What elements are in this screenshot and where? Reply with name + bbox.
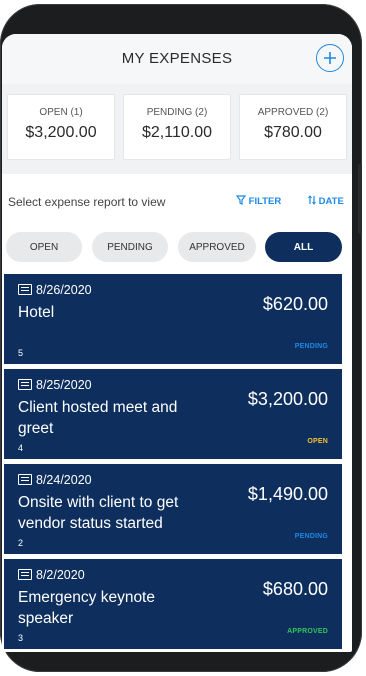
report-item-count: 2: [18, 538, 24, 548]
summary-card-pending[interactable]: PENDING (2) $2,110.00: [123, 94, 231, 160]
summary-card-approved[interactable]: APPROVED (2) $780.00: [239, 94, 347, 160]
app-screen: MY EXPENSES OPEN (1) $3,200.00 PENDING (…: [2, 34, 352, 652]
report-status: PENDING: [294, 533, 328, 540]
filter-label: FILTER: [248, 196, 282, 207]
expense-report-item[interactable]: 8/24/2020 Onsite with client to get vend…: [4, 464, 342, 554]
app-header: MY EXPENSES: [2, 34, 352, 85]
page-title: MY EXPENSES: [121, 50, 233, 67]
summary-label: OPEN (1): [39, 107, 83, 118]
report-document-icon: [18, 569, 32, 580]
select-report-row: Select expense report to view FILTER DAT…: [2, 184, 352, 220]
tab-all[interactable]: ALL: [265, 232, 342, 262]
report-name: Emergency keynote speaker: [18, 589, 155, 627]
filter-icon: [235, 195, 247, 205]
report-item-count: 5: [18, 348, 24, 358]
add-expense-button[interactable]: [316, 44, 344, 72]
report-amount: $1,490.00: [247, 484, 328, 504]
report-status: APPROVED: [287, 628, 328, 635]
plus-circle-icon: [324, 52, 336, 64]
summary-label: APPROVED (2): [257, 107, 329, 118]
report-status: PENDING: [294, 343, 328, 350]
report-date: 8/2/2020: [36, 568, 85, 582]
report-amount: $620.00: [262, 294, 328, 314]
sort-date-button[interactable]: DATE: [308, 195, 344, 207]
expense-report-item[interactable]: 8/25/2020 Client hosted meet and greet $…: [4, 369, 342, 459]
report-status: OPEN: [307, 438, 328, 445]
report-name: Client hosted meet and greet: [18, 399, 178, 437]
filter-button[interactable]: FILTER: [235, 195, 282, 207]
summary-card-open[interactable]: OPEN (1) $3,200.00: [7, 94, 115, 160]
report-amount: $680.00: [262, 579, 328, 599]
select-report-label: Select expense report to view: [8, 195, 166, 209]
sort-date-label: DATE: [318, 196, 344, 207]
report-item-count: 3: [18, 633, 24, 643]
phone-frame: MY EXPENSES OPEN (1) $3,200.00 PENDING (…: [0, 4, 362, 672]
summary-amount: $2,110.00: [142, 124, 212, 141]
report-amount: $3,200.00: [247, 389, 328, 409]
report-document-icon: [18, 474, 32, 485]
summary-panel: OPEN (1) $3,200.00 PENDING (2) $2,110.00…: [2, 84, 352, 174]
tab-approved[interactable]: APPROVED: [178, 232, 256, 262]
summary-amount: $780.00: [264, 124, 322, 141]
summary-amount: $3,200.00: [25, 124, 97, 141]
sort-icon: [308, 195, 316, 205]
report-name: Onsite with client to get vendor status …: [18, 494, 179, 532]
report-date: 8/26/2020: [36, 283, 92, 297]
summary-label: PENDING (2): [146, 107, 208, 118]
report-document-icon: [18, 379, 32, 390]
status-tabs: OPEN PENDING APPROVED ALL: [2, 232, 352, 266]
report-document-icon: [18, 284, 32, 295]
expense-report-item[interactable]: 8/2/2020 Emergency keynote speaker $680.…: [4, 559, 342, 649]
tab-open[interactable]: OPEN: [6, 232, 82, 262]
report-name: Hotel: [18, 304, 55, 321]
report-item-count: 4: [18, 443, 24, 453]
expense-report-item[interactable]: 8/26/2020 Hotel $620.00 5 PENDING: [4, 274, 342, 364]
report-date: 8/24/2020: [36, 473, 92, 487]
tab-pending[interactable]: PENDING: [92, 232, 168, 262]
phone-side-button: [358, 164, 362, 234]
report-date: 8/25/2020: [36, 378, 92, 392]
